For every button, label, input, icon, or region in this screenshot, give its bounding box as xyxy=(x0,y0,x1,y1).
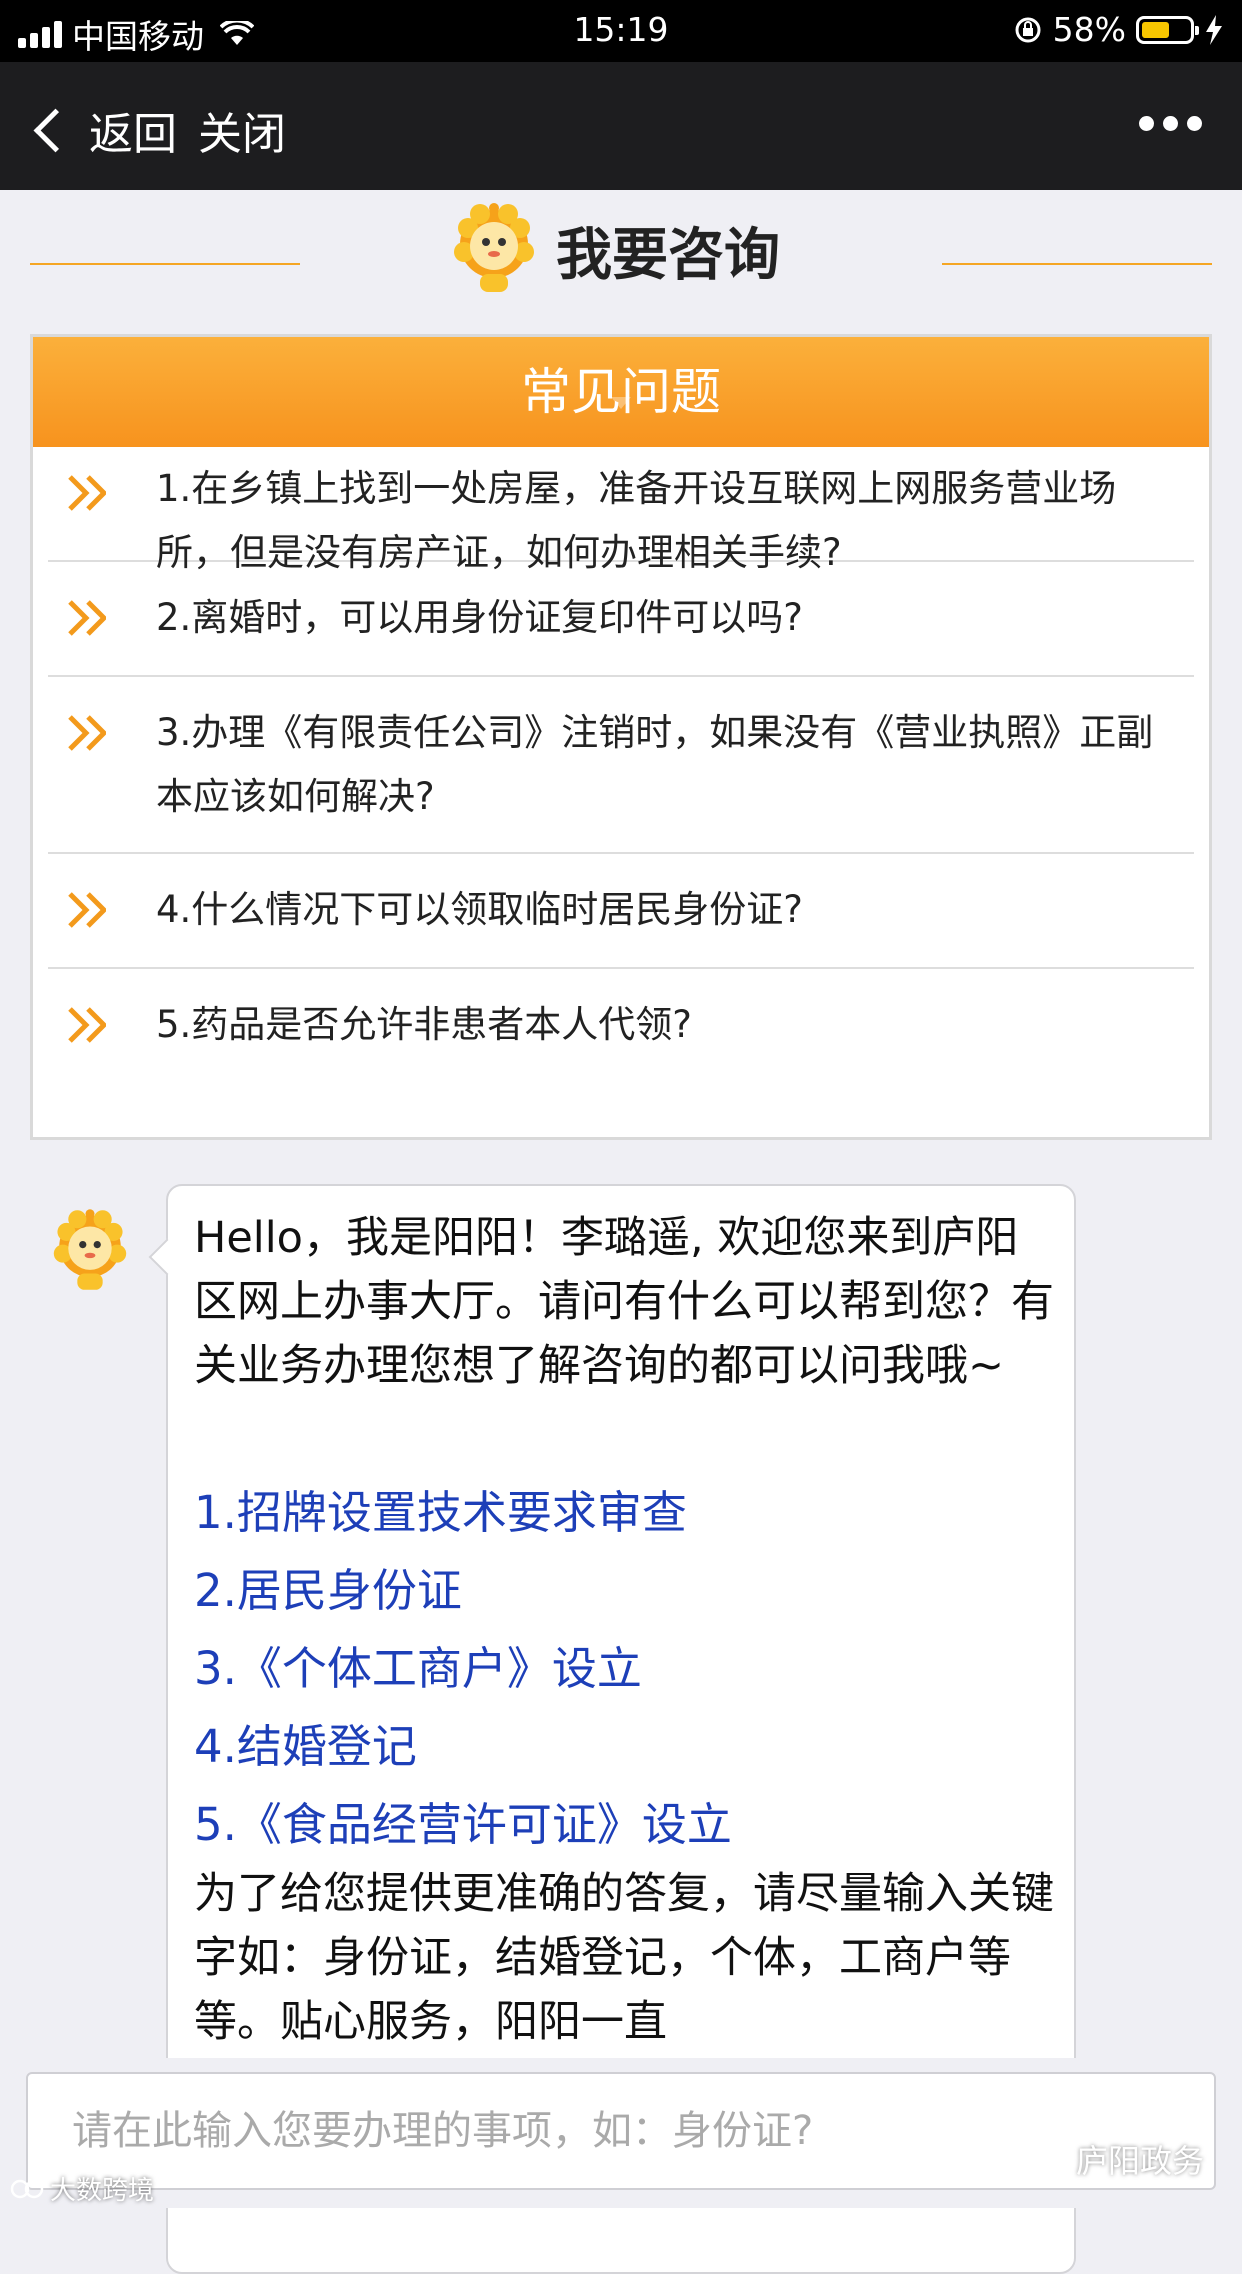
status-right: 58% xyxy=(1013,10,1224,49)
page-title: 我要咨询 xyxy=(556,223,780,288)
charging-icon xyxy=(1206,14,1222,45)
hint-text: 为了给您提供更准确的答复，请尽量输入关键字如：身份证，结婚登记，个体，工商户等等… xyxy=(194,1869,1054,2047)
suggested-topic-1[interactable]: 1.招牌设置技术要求审查 xyxy=(194,1476,687,1541)
back-button[interactable]: 返回 xyxy=(28,98,177,162)
back-label: 返回 xyxy=(89,109,177,160)
faq-question: 2.离婚时，可以用身份证复印件可以吗? xyxy=(156,596,803,639)
rotation-lock-icon xyxy=(1015,17,1041,42)
suggested-topic-4[interactable]: 4.结婚登记 xyxy=(194,1710,417,1775)
faq-header-label: 常见问题 xyxy=(521,363,721,421)
watermark-left-label: 大数跨境 xyxy=(50,2176,155,2206)
nav-bar: 返回 关闭 xyxy=(0,62,1242,190)
more-options-icon[interactable] xyxy=(1139,116,1202,131)
input-bar xyxy=(0,2058,1242,2208)
chevron-left-icon xyxy=(33,108,78,152)
suggested-topic-2[interactable]: 2.居民身份证 xyxy=(194,1554,462,1619)
battery-percent: 58% xyxy=(1052,10,1126,49)
greeting-text: Hello，我是阳阳！李璐遥, 欢迎您来到庐阳区网上办事大厅。请问有什么可以帮到… xyxy=(194,1213,1054,1391)
faq-question: 4.什么情况下可以领取临时居民身份证? xyxy=(156,888,803,931)
faq-item-4[interactable]: 4.什么情况下可以领取临时居民身份证? xyxy=(48,854,1194,969)
watermark-logo-icon xyxy=(10,2179,44,2198)
faq-item-5[interactable]: 5.药品是否允许非患者本人代领? xyxy=(48,969,1194,1083)
faq-item-2[interactable]: 2.离婚时，可以用身份证复印件可以吗? xyxy=(48,562,1194,677)
suggested-topic-3[interactable]: 3.《个体工商户》设立 xyxy=(194,1632,642,1697)
watermark-right-label: 庐阳政务 xyxy=(1075,2142,1204,2180)
double-chevron-icon xyxy=(68,475,106,511)
title-divider-right xyxy=(942,263,1212,265)
assistant-avatar-icon xyxy=(53,1209,127,1290)
wechat-icon xyxy=(1026,2143,1066,2174)
watermark-right: 庐阳政务 xyxy=(1026,2136,1204,2182)
double-chevron-icon xyxy=(68,1007,106,1043)
double-chevron-icon xyxy=(68,715,106,751)
close-button[interactable]: 关闭 xyxy=(198,98,286,162)
status-bar: 中国移动 15:19 58% xyxy=(0,0,1242,62)
faq-header-notch xyxy=(611,397,631,409)
faq-question: 3.办理《有限责任公司》注销时，如果没有《营业执照》正副本应该如何解决? xyxy=(156,711,1154,818)
suggested-topic-5[interactable]: 5.《食品经营许可证》设立 xyxy=(194,1788,732,1853)
faq-card: 常见问题 1.在乡镇上找到一处房屋，准备开设互联网上网服务营业场所，但是没有房产… xyxy=(30,334,1212,1140)
title-divider-left xyxy=(30,263,300,265)
battery-icon xyxy=(1136,15,1199,44)
faq-header: 常见问题 xyxy=(33,337,1209,447)
faq-item-3[interactable]: 3.办理《有限责任公司》注销时，如果没有《营业执照》正副本应该如何解决? xyxy=(48,677,1194,854)
faq-question: 5.药品是否允许非患者本人代领? xyxy=(156,1003,692,1046)
double-chevron-icon xyxy=(68,600,106,636)
mascot-icon xyxy=(454,203,534,292)
faq-item-1[interactable]: 1.在乡镇上找到一处房屋，准备开设互联网上网服务营业场所，但是没有房产证，如何办… xyxy=(48,447,1194,574)
double-chevron-icon xyxy=(68,892,106,928)
watermark-left: 大数跨境 xyxy=(10,2170,154,2207)
